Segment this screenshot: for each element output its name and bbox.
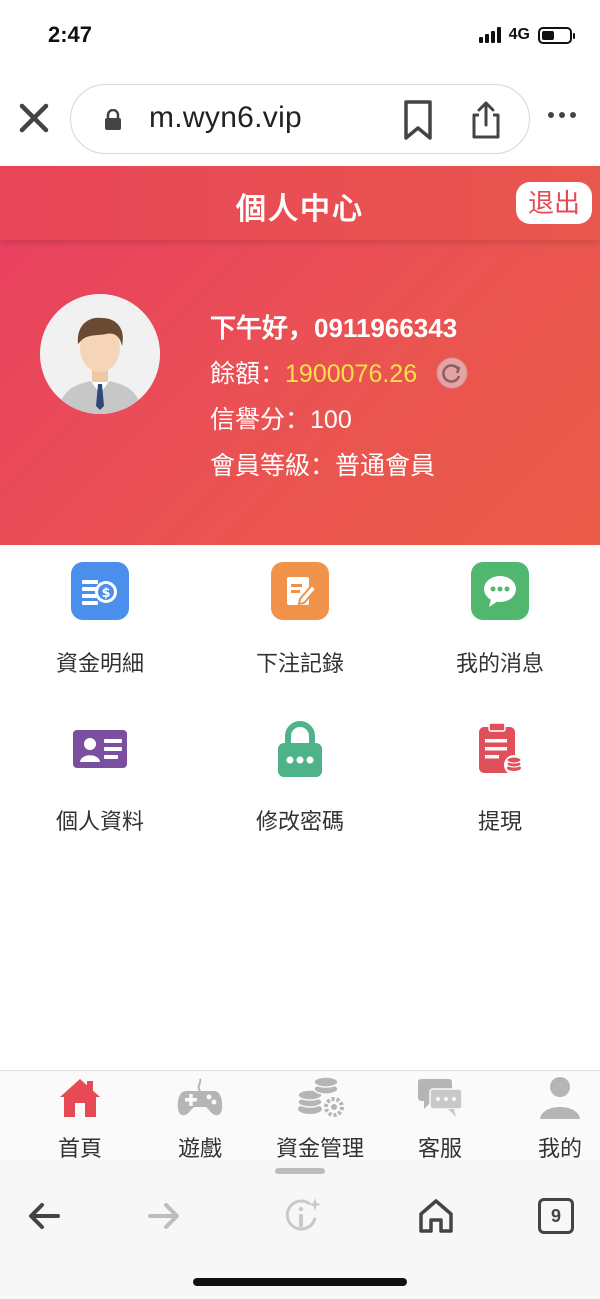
home-icon: [60, 1079, 100, 1117]
withdraw-clipboard-icon: [471, 720, 529, 778]
lock-icon: [105, 109, 121, 130]
url-text: m.wyn6.vip: [149, 101, 303, 134]
gamepad-icon: [177, 1078, 223, 1116]
address-bar[interactable]: m.wyn6.vip: [70, 84, 530, 154]
page-header: 個人中心 退出: [0, 166, 600, 240]
level-value: 普通會員: [335, 452, 436, 480]
edit-note-icon: [271, 562, 329, 620]
credit-label: 信譽分：: [210, 406, 311, 434]
bookmark-icon[interactable]: [401, 99, 435, 141]
tab-fund-management[interactable]: 資金管理: [260, 1071, 380, 1161]
menu-label: 下注記錄: [255, 651, 344, 676]
share-icon[interactable]: [469, 99, 503, 141]
id-card-icon: [71, 720, 129, 778]
balance-value: 1900076.26: [285, 360, 418, 388]
network-type: 4G: [508, 26, 530, 43]
toolbar-grabber[interactable]: [275, 1168, 325, 1174]
status-indicators: 4G: [478, 26, 575, 44]
tab-customer-service[interactable]: 客服: [380, 1071, 500, 1161]
balance-label: 餘額：: [210, 360, 286, 388]
tab-games[interactable]: 遊戲: [140, 1071, 260, 1161]
logout-button[interactable]: 退出: [516, 182, 592, 224]
tab-label: 首頁: [57, 1136, 102, 1161]
tab-home[interactable]: 首頁: [20, 1071, 140, 1161]
chat-icon: [418, 1079, 463, 1117]
tab-mine[interactable]: 我的: [500, 1071, 600, 1161]
menu-bet-records[interactable]: 下注記錄: [200, 562, 400, 678]
user-icon: [540, 1077, 580, 1119]
menu-label: 個人資料: [55, 809, 144, 834]
back-arrow-icon[interactable]: [24, 1196, 64, 1236]
menu-label: 修改密碼: [255, 809, 344, 834]
greeting-text: 下午好，0911966343: [210, 313, 458, 343]
info-sparkle-icon[interactable]: [282, 1196, 322, 1236]
bottom-tab-bar: 首頁 遊戲 資金管理 客服 我的: [0, 1070, 600, 1161]
menu-label: 資金明細: [55, 651, 144, 676]
browser-bar: m.wyn6.vip: [0, 70, 600, 166]
menu-fund-details[interactable]: $ 資金明細: [0, 562, 200, 678]
level-label: 會員等級：: [210, 452, 336, 480]
forward-arrow-icon[interactable]: [144, 1196, 184, 1236]
tab-label: 我的: [537, 1136, 582, 1161]
profile-card: 下午好，0911966343 餘額：1900076.26 信譽分：100 會員等…: [0, 240, 600, 545]
svg-text:$: $: [101, 586, 110, 601]
close-icon[interactable]: [16, 100, 52, 136]
menu-change-password[interactable]: 修改密碼: [200, 720, 400, 836]
home-indicator: [193, 1278, 407, 1286]
battery-icon: [538, 26, 575, 44]
page-title: 個人中心: [236, 193, 364, 226]
browser-toolbar: 9: [0, 1160, 600, 1299]
tab-label: 遊戲: [177, 1136, 222, 1161]
more-icon[interactable]: [548, 112, 576, 118]
menu-my-messages[interactable]: 我的消息: [400, 562, 600, 678]
status-time: 2:47: [48, 22, 93, 47]
menu-label: 提現: [477, 809, 522, 834]
menu-withdraw[interactable]: 提現: [400, 720, 600, 836]
menu-label: 我的消息: [455, 651, 544, 676]
avatar-person-icon: [40, 294, 160, 414]
lock-icon: [271, 720, 329, 778]
credit-row: 信譽分：100: [210, 400, 352, 436]
level-row: 會員等級：普通會員: [210, 446, 435, 482]
menu-personal-info[interactable]: 個人資料: [0, 720, 200, 836]
tab-label: 客服: [417, 1136, 462, 1161]
balance-row: 餘額：1900076.26: [210, 354, 468, 390]
money-stack-icon: $: [71, 562, 129, 620]
status-bar: 2:47 4G: [0, 0, 600, 70]
credit-value: 100: [310, 406, 352, 434]
home-icon[interactable]: [416, 1196, 456, 1236]
signal-icon: [478, 27, 501, 43]
chat-bubble-icon: [471, 562, 529, 620]
coins-gear-icon: [297, 1076, 344, 1117]
tab-label: 資金管理: [275, 1136, 364, 1161]
refresh-icon[interactable]: [436, 357, 468, 389]
tabs-count-button[interactable]: 9: [538, 1198, 574, 1234]
avatar: [40, 294, 160, 414]
